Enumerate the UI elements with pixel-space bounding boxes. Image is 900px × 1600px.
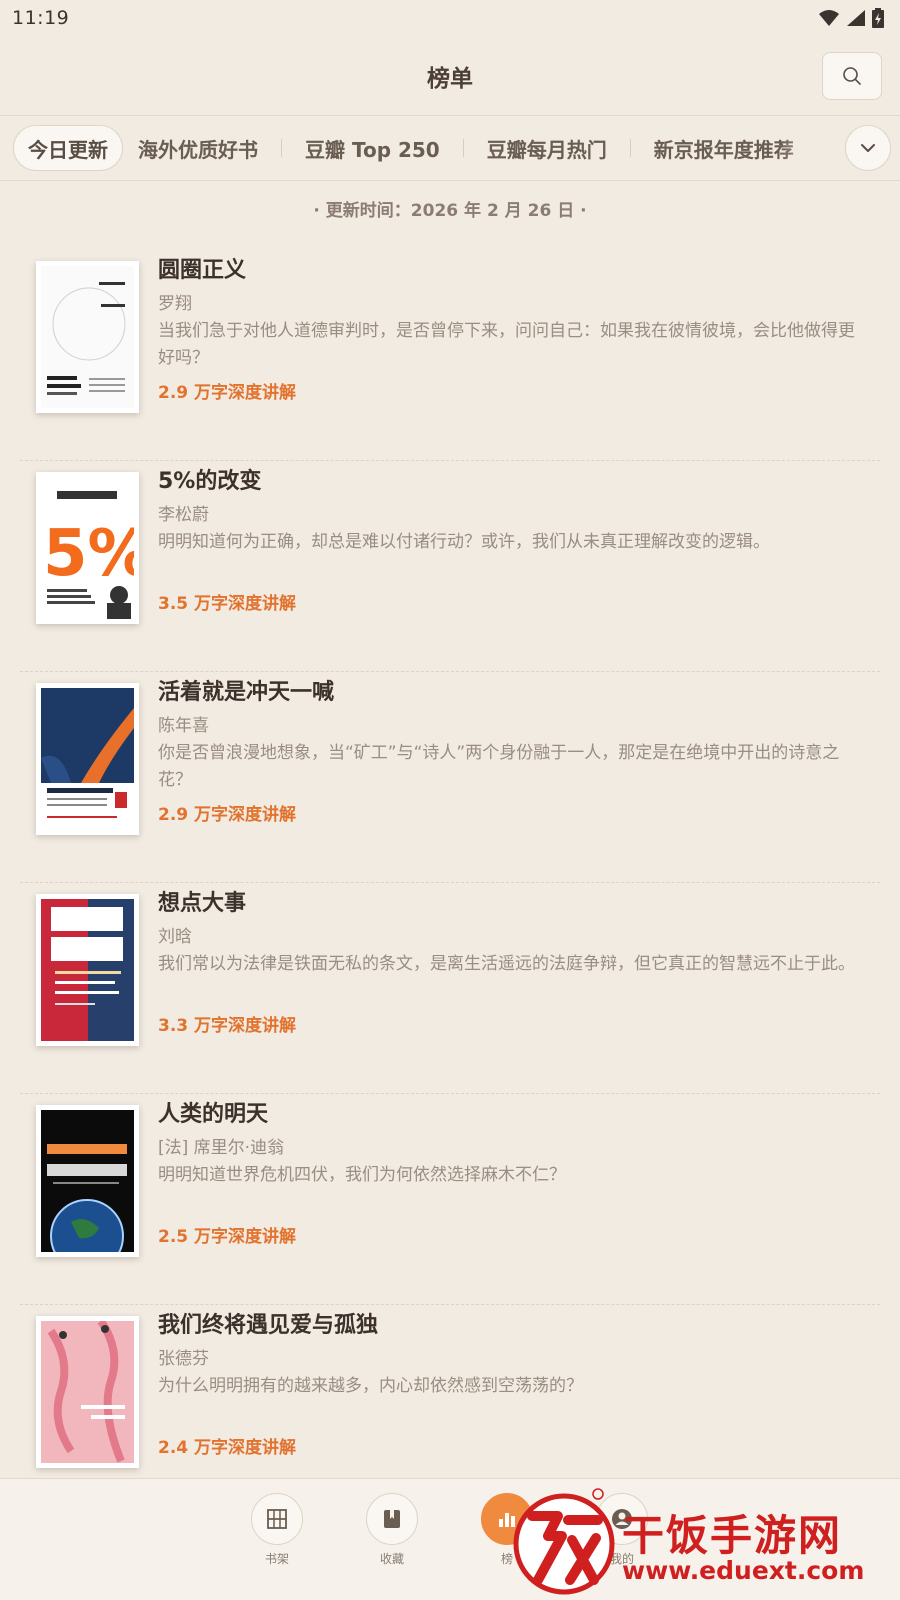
book-word-count: 2.4 万字深度讲解 — [158, 1438, 297, 1458]
book-info: 圆圈正义 罗翔 当我们急于对他人道德审判时，是否曾停下来，问问自己：如果我在彼情… — [158, 254, 860, 406]
nav-bookshelf[interactable]: 书架 — [247, 1493, 307, 1567]
category-tabs: 今日更新 海外优质好书 豆瓣 Top 250 豆瓣每月热门 新京报年度推荐 — [0, 117, 900, 181]
cover-art — [41, 899, 134, 1041]
tab-today-update[interactable]: 今日更新 — [13, 125, 123, 171]
signal-icon — [847, 10, 865, 26]
book-word-count: 2.9 万字深度讲解 — [158, 383, 297, 403]
book-item[interactable]: 活着就是冲天一喊 陈年喜 你是否曾浪漫地想象，当“矿工”与“诗人”两个身份融于一… — [0, 672, 900, 883]
book-cover[interactable] — [36, 1105, 139, 1257]
battery-icon — [872, 8, 884, 28]
tab-divider — [629, 139, 631, 157]
book-description: 为什么明明拥有的越来越多，内心却依然感到空荡荡的？ — [158, 1376, 583, 1396]
book-info: 我们终将遇见爱与孤独 张德芬 为什么明明拥有的越来越多，内心却依然感到空荡荡的？… — [158, 1309, 860, 1461]
book-info: 人类的明天 [法] 席里尔·迪翁 明明知道世界危机四伏，我们为何依然选择麻木不仁… — [158, 1098, 860, 1250]
search-icon — [843, 67, 861, 85]
book-description: 明明知道世界危机四伏，我们为何依然选择麻木不仁？ — [158, 1165, 566, 1185]
wifi-icon — [819, 10, 839, 26]
book-item[interactable]: 人类的明天 [法] 席里尔·迪翁 明明知道世界危机四伏，我们为何依然选择麻木不仁… — [0, 1094, 900, 1305]
nav-label: 书架 — [264, 1552, 289, 1566]
cover-art — [41, 688, 134, 830]
cover-art — [47, 282, 126, 395]
status-icons — [818, 8, 884, 28]
book-list: 圆圈正义 罗翔 当我们急于对他人道德审判时，是否曾停下来，问问自己：如果我在彼情… — [0, 250, 900, 1516]
book-author: 张德芬 — [158, 1349, 209, 1369]
nav-label: 收藏 — [379, 1552, 404, 1566]
bookmark-icon — [384, 1510, 400, 1528]
search-button[interactable] — [822, 52, 882, 100]
book-description: 我们常以为法律是铁面无私的条文，是离生活遥远的法庭争辩，但它真正的智慧远不止于此… — [158, 954, 855, 974]
book-word-count: 3.3 万字深度讲解 — [158, 1016, 297, 1036]
book-cover[interactable] — [36, 894, 139, 1046]
book-author: 李松蔚 — [158, 505, 209, 525]
svg-text:5%: 5% — [43, 517, 134, 591]
book-title: 我们终将遇见爱与孤独 — [158, 1313, 379, 1338]
book-author: 刘晗 — [158, 927, 192, 947]
status-time: 11:19 — [12, 7, 70, 29]
cover-art: 5% — [43, 491, 134, 619]
cover-art — [41, 1321, 134, 1463]
book-item[interactable]: 5% 5%的改变 李松蔚 明明知道何为正确，却总是难以付诸行动？或许，我们从未真… — [0, 461, 900, 672]
tab-divider — [281, 139, 282, 157]
expand-tabs-button[interactable] — [845, 125, 891, 171]
book-author: [法] 席里尔·迪翁 — [158, 1138, 285, 1158]
update-time: · 更新时间：2026 年 2 月 26 日 · — [313, 201, 587, 221]
bookshelf-icon — [267, 1509, 287, 1529]
book-cover[interactable] — [36, 683, 139, 835]
book-title: 人类的明天 — [158, 1102, 269, 1127]
page-title: 榜单 — [427, 65, 473, 92]
book-cover[interactable] — [36, 1316, 139, 1468]
tab-douban-monthly[interactable]: 豆瓣每月热门 — [472, 125, 622, 171]
tab-divider — [462, 139, 464, 157]
watermark-url: www.eduext.com — [622, 1556, 865, 1585]
book-title: 5%的改变 — [158, 469, 262, 494]
book-author: 陈年喜 — [158, 716, 209, 736]
status-bar: 11:19 — [0, 0, 900, 36]
tab-overseas-books[interactable]: 海外优质好书 — [123, 125, 273, 171]
header: 榜单 — [0, 36, 900, 116]
book-author: 罗翔 — [158, 294, 192, 314]
chevron-down-icon — [861, 144, 875, 152]
cover-art — [41, 1110, 134, 1252]
book-word-count: 2.9 万字深度讲解 — [158, 805, 297, 825]
book-item[interactable]: 想点大事 刘晗 我们常以为法律是铁面无私的条文，是离生活遥远的法庭争辩，但它真正… — [0, 883, 900, 1094]
book-description: 明明知道何为正确，却总是难以付诸行动？或许，我们从未真正理解改变的逻辑。 — [158, 532, 770, 552]
book-description: 你是否曾浪漫地想象，当“矿工”与“诗人”两个身份融于一人，那定是在绝境中开出的诗… — [158, 743, 840, 790]
book-word-count: 2.5 万字深度讲解 — [158, 1227, 297, 1247]
book-cover[interactable] — [36, 261, 139, 413]
book-word-count: 3.5 万字深度讲解 — [158, 594, 297, 614]
watermark-title: 干饭手游网 — [622, 1511, 843, 1560]
book-title: 活着就是冲天一喊 — [158, 680, 335, 705]
book-description: 当我们急于对他人道德审判时，是否曾停下来，问问自己：如果我在彼情彼境，会比他做得… — [158, 321, 855, 368]
watermark: 干饭手游网 www.eduext.com — [502, 1480, 900, 1598]
book-cover[interactable]: 5% — [36, 472, 139, 624]
watermark-logo — [513, 1488, 615, 1595]
book-item[interactable]: 圆圈正义 罗翔 当我们急于对他人道德审判时，是否曾停下来，问问自己：如果我在彼情… — [0, 250, 900, 461]
book-info: 想点大事 刘晗 我们常以为法律是铁面无私的条文，是离生活遥远的法庭争辩，但它真正… — [158, 887, 860, 1039]
book-info: 活着就是冲天一喊 陈年喜 你是否曾浪漫地想象，当“矿工”与“诗人”两个身份融于一… — [158, 676, 860, 828]
tab-douban-top250[interactable]: 豆瓣 Top 250 — [290, 125, 455, 171]
book-info: 5%的改变 李松蔚 明明知道何为正确，却总是难以付诸行动？或许，我们从未真正理解… — [158, 465, 860, 617]
book-title: 圆圈正义 — [158, 258, 247, 283]
nav-favorites[interactable]: 收藏 — [362, 1493, 422, 1567]
book-title: 想点大事 — [158, 891, 247, 916]
